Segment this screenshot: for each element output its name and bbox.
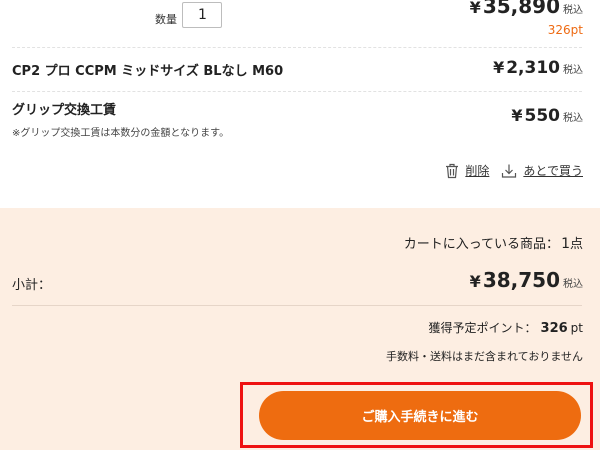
quantity-label: 数量 <box>155 13 177 26</box>
option-price-amount: 2,310 <box>506 58 560 78</box>
trash-icon <box>446 163 459 178</box>
cart-count-unit: 点 <box>569 237 583 252</box>
quantity-input[interactable]: 1 <box>182 2 222 28</box>
option-price: ¥2,310 税込 <box>493 58 583 78</box>
cart-count: カートに入っている商品： 1点 <box>404 233 583 252</box>
tax-label: 税込 <box>563 65 583 76</box>
yen-sign: ¥ <box>469 272 481 291</box>
cart-item: 数量 1 ¥35,890 税込 326pt CP2 プロ CCPM ミッドサイズ … <box>0 0 600 208</box>
option-note: ※グリップ交換工賃は本数分の金額となります。 <box>12 128 230 139</box>
earned-points-unit: pt <box>570 321 583 335</box>
cart-count-label: カートに入っている商品： <box>403 237 560 252</box>
tax-label: 税込 <box>563 113 583 124</box>
yen-sign: ¥ <box>493 58 505 77</box>
delete-label: 削除 <box>465 164 490 178</box>
item-points: 326pt <box>547 23 583 37</box>
delete-button[interactable]: 削除 <box>445 162 489 179</box>
download-icon <box>502 164 517 178</box>
item-price: ¥35,890 税込 <box>470 0 583 18</box>
option-name: グリップ交換工賃 <box>12 103 117 118</box>
option-name: CP2 プロ CCPM ミッドサイズ BLなし M60 <box>12 64 284 79</box>
yen-sign: ¥ <box>469 0 481 17</box>
subtotal-price: ¥38,750 税込 <box>470 268 583 292</box>
item-price-amount: 35,890 <box>482 0 560 18</box>
earned-points: 獲得予定ポイント： 326 pt <box>429 319 583 336</box>
item-actions: 削除 あとで買う <box>445 162 583 179</box>
divider <box>12 47 582 48</box>
subtotal-label: 小計： <box>12 278 52 293</box>
save-for-later-label: あとで買う <box>523 164 583 178</box>
subtotal-amount: 38,750 <box>482 268 560 292</box>
checkout-button[interactable]: ご購入手続きに進む <box>259 391 581 440</box>
tax-label: 税込 <box>563 5 583 16</box>
tax-label: 税込 <box>563 279 583 290</box>
option-price: ¥550 税込 <box>511 106 583 126</box>
divider <box>12 305 582 306</box>
yen-sign: ¥ <box>511 106 523 125</box>
earned-points-label: 獲得予定ポイント： <box>428 321 537 335</box>
earned-points-value: 326 <box>540 321 568 336</box>
option-price-amount: 550 <box>524 106 561 126</box>
divider <box>12 91 582 92</box>
cart-count-value: 1 <box>561 236 570 252</box>
save-for-later-button[interactable]: あとで買う <box>501 162 583 179</box>
fees-note: 手数料・送料はまだ含まれておりません <box>385 350 583 363</box>
